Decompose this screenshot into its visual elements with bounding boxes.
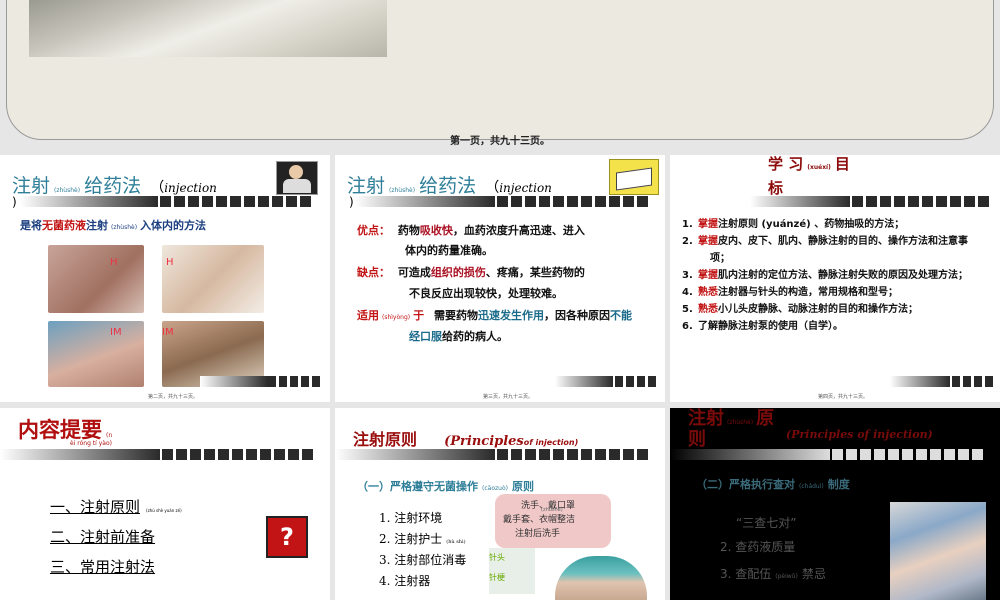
content-item-3[interactable]: 三、常用注射法 <box>50 556 155 577</box>
deco-bars <box>832 449 983 460</box>
list-item: 3. 注射部位消毒 <box>379 553 467 567</box>
slide-footer: 第四页，共九十三页。 <box>818 394 869 400</box>
deco-gradient <box>555 376 613 387</box>
book-icon <box>609 159 659 195</box>
deco-gradient <box>750 196 850 207</box>
indication-line: 适用 (shìyòng) 于 需要药物迅速发生作用，因各种原因不能 <box>357 309 632 322</box>
nurse-photo <box>555 556 647 600</box>
question-mark-icon: ? <box>266 516 308 558</box>
slide-thumbnail-2[interactable]: 注射 (zhùshè) 给药法 （injection ) 是将无菌药液注射 (zhùs… <box>0 155 330 402</box>
list-item: 3. 查配伍 (pèiwǔ) 禁忌 <box>720 567 826 581</box>
deco-bars <box>615 376 656 387</box>
objective-item: 1. 掌握注射原则 (yuánzé) 、药物抽吸的方法； <box>682 219 905 230</box>
top-slide <box>6 0 994 140</box>
section-heading: （二）严格执行查对 (cháduì) 制度 <box>696 478 850 491</box>
slide-footer: 第二页，共九十三页。 <box>148 394 199 400</box>
objective-item: 3. 掌握肌内注射的定位方法、静脉注射失败的原因及处理方法； <box>682 270 968 281</box>
paren-close: ) <box>349 195 354 209</box>
slide-thumbnail-7[interactable]: 注射 (zhùshè) 原 则 (Principles of injection) … <box>670 408 1000 600</box>
title-text-2: 给药法 <box>84 175 142 197</box>
content-item-2[interactable]: 二、注射前准备 <box>50 526 155 547</box>
content-item-1[interactable]: 一、注射原则 (zhù shè yuán zé) <box>50 496 182 517</box>
photo-injection-2: H <box>162 245 264 313</box>
slide-thumbnail-4[interactable]: 学 习 (xuéxí) 目 标 1. 掌握注射原则 (yuánzé) 、药物抽吸的方法… <box>670 155 1000 402</box>
deco-bars <box>952 376 993 387</box>
doctor-icon <box>276 161 318 195</box>
slide-title-2: 则 <box>688 429 706 450</box>
photo-label: IM <box>110 327 122 338</box>
deco-gradient <box>0 449 160 460</box>
pinyin-ruby: (zhùshè) <box>54 187 81 194</box>
needle-diagram: 针头 针梗 <box>489 548 535 594</box>
deco-gradient <box>670 449 830 460</box>
paren-close: ) <box>12 195 17 209</box>
deco-gradient <box>890 376 950 387</box>
quote-text: “三查七对” <box>736 516 797 530</box>
section-heading: （一）严格遵守无菌操作 (cāozuò) 原则 <box>357 480 534 493</box>
photo-injection-1: H <box>48 245 144 313</box>
slide-title: 注射 (zhùshè) 给药法 （injection <box>12 171 217 198</box>
slide-title: 注射原则 (Principlesof injection) <box>353 430 579 449</box>
photo-injection-3: IM <box>48 321 144 387</box>
english-title: injection <box>164 181 217 195</box>
photo-label: H <box>110 257 118 268</box>
photo-label: H <box>166 257 174 268</box>
advantage-line: 优点： 药物吸收快，血药浓度升高迅速、进入 <box>357 224 585 237</box>
objective-item: 项； <box>710 253 730 264</box>
slide-footer: 第三页，共九十三页。 <box>483 394 534 400</box>
title-text: 注射 <box>12 175 51 197</box>
deco-bars <box>162 449 313 460</box>
paren: （ <box>150 180 165 196</box>
deco-gradient <box>200 376 268 387</box>
nurse-photo <box>890 502 986 600</box>
disadvantage-line-2: 不良反应出现较快，处理较难。 <box>409 287 563 300</box>
objective-item: 2. 掌握皮内、皮下、肌内、静脉注射的目的、操作方法和注意事 <box>682 236 968 247</box>
deco-bars <box>852 196 989 207</box>
disadvantage-line: 缺点： 可造成组织的损伤、疼痛，某些药物的 <box>357 266 585 279</box>
list-item: 2. 查药液质量 <box>720 540 796 554</box>
list-item: 4. 注射器 <box>379 574 431 588</box>
slide-thumbnail-3[interactable]: 注射 (zhùshè) 给药法 （injection ) 优点： 药物吸收快，血药浓… <box>335 155 665 402</box>
reminder-bubble: 洗手、戴口罩 戴手套、衣帽整洁 注射后洗手 (zhùshè) <box>495 494 611 548</box>
slide-thumbnail-6[interactable]: 注射原则 (Principlesof injection) （一）严格遵守无菌操… <box>335 408 665 600</box>
list-item: 2. 注射护士 (hù shi) <box>379 532 466 546</box>
objective-item: 6. 了解静脉注射泵的使用（自学）。 <box>682 321 843 332</box>
slide-thumbnail-5[interactable]: 内容提要 (n èi róng tí yào) 一、注射原则 (zhù shè yu… <box>0 408 330 600</box>
pinyin-ruby: èi róng tí yào) <box>70 440 112 447</box>
deco-gradient <box>355 196 495 207</box>
top-page-caption: 第一页，共九十三页。 <box>450 136 550 147</box>
photo-label: IM <box>162 327 174 338</box>
deco-gradient <box>20 196 158 207</box>
deco-bars <box>268 376 320 387</box>
objective-item: 4. 熟悉注射器与针头的构造，常用规格和型号； <box>682 287 898 298</box>
definition-text: 是将无菌药液注射 (zhùshè) 入体内的方法 <box>20 219 207 232</box>
slide-title: 学 习 (xuéxí) 目 <box>768 155 850 173</box>
objective-item: 5. 熟悉小儿头皮静脉、动脉注射的目的和操作方法； <box>682 304 918 315</box>
list-item: 1. 注射环境 <box>379 511 443 525</box>
indication-line-2: 经口服给药的病人。 <box>409 330 508 343</box>
deco-bars <box>497 196 648 207</box>
slide-title: 注射 (zhùshè) 给药法 （injection <box>347 175 552 197</box>
deco-bars <box>497 449 648 460</box>
deco-gradient <box>335 449 495 460</box>
deco-bars <box>160 196 311 207</box>
slide-title-2: 标 <box>768 179 784 197</box>
top-photo <box>29 0 387 57</box>
english-title: (Principles of injection) <box>786 428 933 441</box>
advantage-line-2: 体内的药量准确。 <box>405 244 493 257</box>
